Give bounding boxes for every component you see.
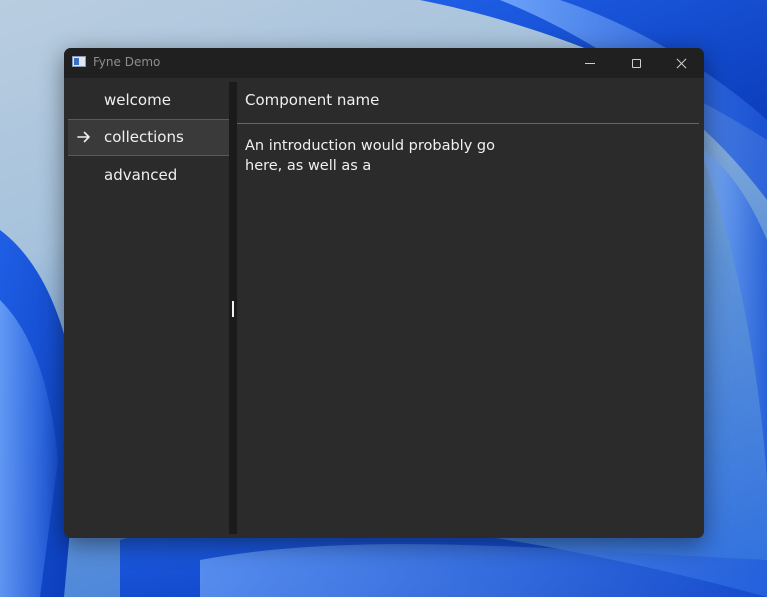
content-panel: Component name An introduction would pro… [237,78,704,538]
nav-item-label: advanced [104,166,178,184]
close-icon [676,58,687,69]
title-separator [237,123,699,124]
arrow-right-icon [77,131,90,143]
component-title: Component name [245,91,380,109]
intro-text: An introduction would probably go here, … [245,138,495,174]
nav-item-label: collections [104,128,184,146]
fyne-demo-window[interactable]: Fyne Demo welcome collections advanced C… [64,48,704,538]
split-handle[interactable] [232,301,234,317]
title-bar[interactable]: Fyne Demo [64,48,704,78]
app-icon [72,56,86,67]
maximize-icon [631,58,641,68]
window-title: Fyne Demo [93,55,161,69]
nav-item-welcome[interactable]: welcome [68,82,229,119]
nav-item-collections[interactable]: collections [68,119,229,156]
close-button[interactable] [658,48,704,78]
minimize-button[interactable] [567,48,613,78]
nav-item-label: welcome [104,91,171,109]
desktop-wallpaper: Fyne Demo welcome collections advanced C… [0,0,767,597]
maximize-button[interactable] [613,48,659,78]
split-divider[interactable] [229,82,237,534]
nav-item-advanced[interactable]: advanced [68,157,229,194]
navigation-tree[interactable]: welcome collections advanced [68,82,229,534]
minimize-icon [585,62,595,64]
